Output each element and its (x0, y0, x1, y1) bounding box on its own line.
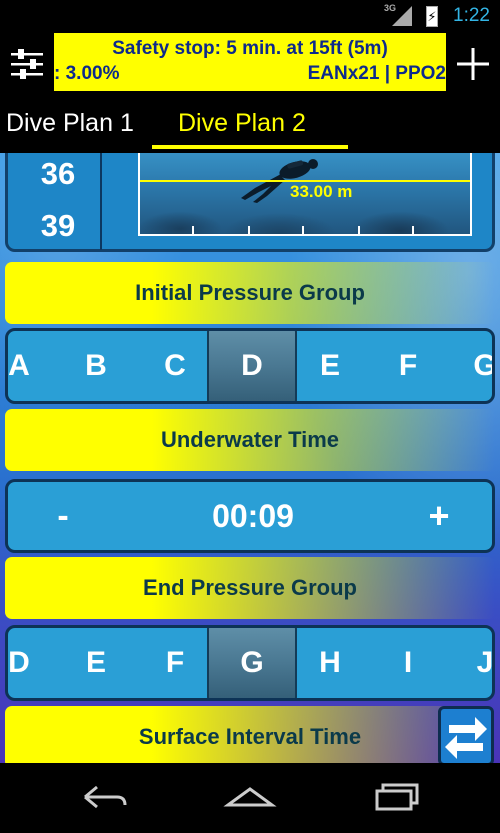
initial-pressure-group-header: Initial Pressure Group (5, 262, 495, 324)
group-option-c[interactable]: C (145, 331, 205, 401)
group-option-b[interactable]: B (66, 331, 126, 401)
group-option-g[interactable]: G (455, 331, 492, 401)
gauge-tick (412, 226, 414, 234)
tab-bar: Dive Plan 1 Dive Plan 2 (0, 95, 500, 153)
group-option-h[interactable]: H (300, 628, 360, 698)
clock: 1:22 (453, 5, 490, 26)
swap-arrows-icon (445, 717, 487, 759)
gauge-tick (358, 226, 360, 234)
group-option-d[interactable]: D (222, 331, 282, 401)
tab-dive-plan-1[interactable]: Dive Plan 1 (6, 109, 134, 138)
navigation-bar (0, 763, 500, 833)
selected-tab-indicator (152, 145, 348, 149)
swap-button[interactable] (438, 706, 494, 763)
dive-plan-content[interactable]: 36 39 33.00 m Initial Pressure Group A B… (0, 153, 500, 763)
group-option-j[interactable]: J (455, 628, 492, 698)
surface-interval-label: Surface Interval Time (138, 724, 362, 749)
decrement-button[interactable]: - (38, 482, 88, 550)
settings-button[interactable] (0, 33, 54, 95)
gauge-tick (248, 226, 250, 234)
underwater-time-stepper[interactable]: - 00:09 + (5, 479, 495, 553)
group-option-a[interactable]: A (8, 331, 49, 401)
underwater-time-label: Underwater Time (160, 427, 340, 452)
group-option-i[interactable]: I (378, 628, 438, 698)
tab-dive-plan-2[interactable]: Dive Plan 2 (178, 109, 306, 138)
gauge-tick (302, 226, 304, 234)
group-option-g[interactable]: G (222, 628, 282, 698)
depth-value-39: 39 (40, 208, 76, 243)
group-option-d[interactable]: D (8, 628, 49, 698)
signal-icon (392, 6, 412, 26)
battery-icon: ⚡ (426, 6, 438, 27)
action-bar: Safety stop: 5 min. at 15ft (5m) : 3.00%… (0, 33, 500, 95)
current-depth: 33.00 m (290, 182, 353, 201)
initial-pressure-group-selector[interactable]: A B C D E F G (5, 328, 495, 404)
end-pressure-group-label: End Pressure Group (143, 575, 357, 600)
group-option-f[interactable]: F (145, 628, 205, 698)
gauge-tick (192, 226, 194, 234)
group-option-f[interactable]: F (378, 331, 438, 401)
surface-interval-header: Surface Interval Time (5, 706, 495, 763)
initial-pressure-group-label: Initial Pressure Group (135, 280, 365, 305)
increment-button[interactable]: + (414, 482, 464, 550)
gas-mix-text: EANx21 | PPO2 (307, 63, 446, 84)
group-option-e[interactable]: E (300, 331, 360, 401)
add-button[interactable] (446, 33, 500, 95)
recent-apps-icon[interactable] (365, 779, 425, 815)
depth-scale[interactable]: 36 39 (14, 153, 102, 250)
depth-value-36: 36 (40, 156, 76, 191)
safety-stop-text: Safety stop: 5 min. at 15ft (5m) (112, 38, 388, 59)
plus-icon (457, 48, 489, 80)
underwater-time-value: 00:09 (212, 498, 294, 534)
status-bar: 3G ⚡ 1:22 (0, 0, 500, 33)
group-option-e[interactable]: E (66, 628, 126, 698)
safety-banner: Safety stop: 5 min. at 15ft (5m) : 3.00%… (54, 33, 446, 91)
underwater-time-header: Underwater Time (5, 409, 495, 471)
oxygen-percent-text: : 3.00% (54, 63, 120, 84)
depth-panel[interactable]: 36 39 33.00 m (5, 153, 495, 252)
depth-gauge: 33.00 m (138, 153, 472, 236)
back-icon[interactable] (75, 779, 135, 815)
end-pressure-group-header: End Pressure Group (5, 557, 495, 619)
end-pressure-group-selector[interactable]: D E F G H I J (5, 625, 495, 701)
home-icon[interactable] (220, 779, 280, 815)
sliders-icon (11, 49, 43, 79)
